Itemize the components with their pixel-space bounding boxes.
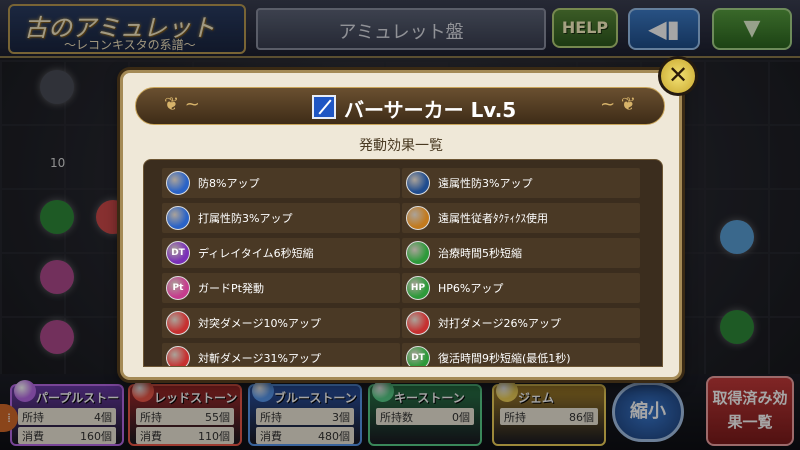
effect-icon: Pt (166, 276, 190, 300)
effect-label: 打属性防3%アップ (198, 212, 293, 225)
effect-icon: DT (166, 241, 190, 265)
effect-label: 対斬ダメージ31%アップ (198, 352, 321, 365)
close-x-icon: ✕ (667, 61, 689, 89)
effect-item: DT 復活時間9秒短縮(最低1秒) (402, 343, 640, 366)
effect-item: 防8%アップ (162, 168, 400, 198)
sword-icon (312, 95, 336, 119)
effect-label: 対突ダメージ10%アップ (198, 317, 321, 330)
section-title: 発動効果一覧 (359, 138, 443, 154)
effect-item: 対突ダメージ10%アップ (162, 308, 400, 338)
effect-icon (406, 311, 430, 335)
effect-label: 復活時間9秒短縮(最低1秒) (438, 352, 571, 365)
effect-list[interactable]: 防8%アップ 遠属性防3%アップ打属性防3%アップ 遠属性従者ﾀｸﾃｨｸｽ使用 DT デ… (143, 159, 663, 367)
effect-item: 遠属性防3%アップ (402, 168, 640, 198)
effect-item: Pt ガードPt発動 (162, 273, 400, 303)
effect-item: 遠属性従者ﾀｸﾃｨｸｽ使用 (402, 203, 640, 233)
effect-label: HP6%アップ (438, 282, 504, 295)
effect-item: HP HP6%アップ (402, 273, 640, 303)
effect-icon (166, 171, 190, 195)
effect-icon: DT (406, 346, 430, 366)
effect-icon (166, 346, 190, 366)
flourish-right-icon: ~ ❦ (600, 94, 636, 115)
effect-label: 治療時間5秒短縮 (438, 247, 522, 260)
effect-label: ディレイタイム6秒短縮 (198, 247, 314, 260)
effect-icon: HP (406, 276, 430, 300)
modal-title: バーサーカー Lv.5 (344, 98, 517, 122)
effect-label: 対打ダメージ26%アップ (438, 317, 561, 330)
close-button[interactable]: ✕ (658, 56, 698, 96)
effect-item: 対斬ダメージ31%アップ (162, 343, 400, 366)
effect-label: 遠属性防3%アップ (438, 177, 533, 190)
effect-icon (166, 311, 190, 335)
effect-label: 防8%アップ (198, 177, 260, 190)
effect-icon (406, 171, 430, 195)
effect-label: 遠属性従者ﾀｸﾃｨｸｽ使用 (438, 212, 548, 225)
effect-icon (166, 206, 190, 230)
effect-icon (406, 241, 430, 265)
effect-label: ガードPt発動 (198, 282, 264, 295)
flourish-left-icon: ❦ ~ (164, 94, 200, 115)
effect-item: 対打ダメージ26%アップ (402, 308, 640, 338)
modal-header: ❦ ~ ~ ❦ バーサーカー Lv.5 (135, 87, 665, 125)
effects-modal: ❦ ~ ~ ❦ バーサーカー Lv.5 発動効果一覧 防8%アップ 遠属性防3%ア… (120, 70, 682, 380)
effect-item: 治療時間5秒短縮 (402, 238, 640, 268)
effect-icon (406, 206, 430, 230)
effect-item: DT ディレイタイム6秒短縮 (162, 238, 400, 268)
effect-item: 打属性防3%アップ (162, 203, 400, 233)
